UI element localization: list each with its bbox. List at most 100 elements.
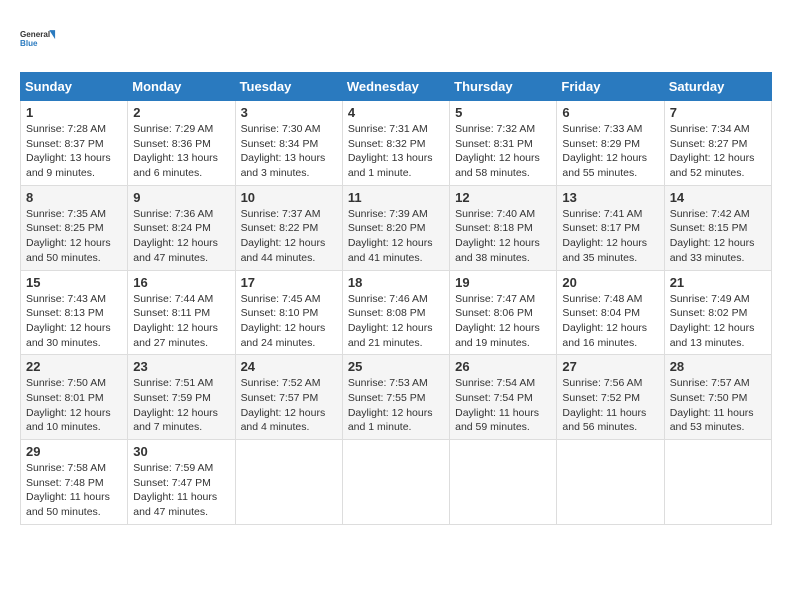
- calendar-cell: 20 Sunrise: 7:48 AM Sunset: 8:04 PM Dayli…: [557, 270, 664, 355]
- day-number: 14: [670, 190, 766, 205]
- col-header-sunday: Sunday: [21, 73, 128, 101]
- svg-text:Blue: Blue: [20, 39, 38, 48]
- col-header-wednesday: Wednesday: [342, 73, 449, 101]
- day-info: Sunrise: 7:33 AM Sunset: 8:29 PM Dayligh…: [562, 122, 658, 181]
- day-number: 7: [670, 105, 766, 120]
- day-info: Sunrise: 7:39 AM Sunset: 8:20 PM Dayligh…: [348, 207, 444, 266]
- day-info: Sunrise: 7:35 AM Sunset: 8:25 PM Dayligh…: [26, 207, 122, 266]
- day-number: 13: [562, 190, 658, 205]
- calendar-cell: 1 Sunrise: 7:28 AM Sunset: 8:37 PM Daylig…: [21, 101, 128, 186]
- calendar-cell: 30 Sunrise: 7:59 AM Sunset: 7:47 PM Dayli…: [128, 440, 235, 525]
- day-info: Sunrise: 7:53 AM Sunset: 7:55 PM Dayligh…: [348, 376, 444, 435]
- day-number: 6: [562, 105, 658, 120]
- calendar-cell: 18Sunrise: 7:46 AM Sunset: 8:08 PM Dayli…: [342, 270, 449, 355]
- day-number: 25: [348, 359, 444, 374]
- calendar-cell: [450, 440, 557, 525]
- day-info: Sunrise: 7:43 AM Sunset: 8:13 PM Dayligh…: [26, 292, 122, 351]
- day-number: 28: [670, 359, 766, 374]
- day-info: Sunrise: 7:42 AM Sunset: 8:15 PM Dayligh…: [670, 207, 766, 266]
- day-info: Sunrise: 7:54 AM Sunset: 7:54 PM Dayligh…: [455, 376, 551, 435]
- day-info: Sunrise: 7:57 AM Sunset: 7:50 PM Dayligh…: [670, 376, 766, 435]
- week-row-0: 1 Sunrise: 7:28 AM Sunset: 8:37 PM Daylig…: [21, 101, 772, 186]
- calendar-cell: 8 Sunrise: 7:35 AM Sunset: 8:25 PM Daylig…: [21, 185, 128, 270]
- day-number: 5: [455, 105, 551, 120]
- day-number: 2: [133, 105, 229, 120]
- day-info: Sunrise: 7:30 AM Sunset: 8:34 PM Dayligh…: [241, 122, 337, 181]
- col-header-monday: Monday: [128, 73, 235, 101]
- day-info: Sunrise: 7:49 AM Sunset: 8:02 PM Dayligh…: [670, 292, 766, 351]
- day-info: Sunrise: 7:46 AM Sunset: 8:08 PM Dayligh…: [348, 292, 444, 351]
- day-info: Sunrise: 7:41 AM Sunset: 8:17 PM Dayligh…: [562, 207, 658, 266]
- logo: GeneralBlue: [20, 20, 56, 56]
- day-number: 4: [348, 105, 444, 120]
- day-number: 12: [455, 190, 551, 205]
- col-header-saturday: Saturday: [664, 73, 771, 101]
- col-header-tuesday: Tuesday: [235, 73, 342, 101]
- day-info: Sunrise: 7:36 AM Sunset: 8:24 PM Dayligh…: [133, 207, 229, 266]
- calendar-cell: 3Sunrise: 7:30 AM Sunset: 8:34 PM Daylig…: [235, 101, 342, 186]
- day-info: Sunrise: 7:44 AM Sunset: 8:11 PM Dayligh…: [133, 292, 229, 351]
- calendar-cell: 26 Sunrise: 7:54 AM Sunset: 7:54 PM Dayli…: [450, 355, 557, 440]
- day-info: Sunrise: 7:37 AM Sunset: 8:22 PM Dayligh…: [241, 207, 337, 266]
- calendar-table: SundayMondayTuesdayWednesdayThursdayFrid…: [20, 72, 772, 525]
- svg-text:General: General: [20, 30, 50, 39]
- week-row-1: 8 Sunrise: 7:35 AM Sunset: 8:25 PM Daylig…: [21, 185, 772, 270]
- day-number: 19: [455, 275, 551, 290]
- page-header: GeneralBlue: [20, 20, 772, 56]
- calendar-cell: 2 Sunrise: 7:29 AM Sunset: 8:36 PM Daylig…: [128, 101, 235, 186]
- calendar-cell: 10Sunrise: 7:37 AM Sunset: 8:22 PM Dayli…: [235, 185, 342, 270]
- col-header-thursday: Thursday: [450, 73, 557, 101]
- calendar-cell: 29 Sunrise: 7:58 AM Sunset: 7:48 PM Dayli…: [21, 440, 128, 525]
- calendar-cell: 25 Sunrise: 7:53 AM Sunset: 7:55 PM Dayli…: [342, 355, 449, 440]
- day-info: Sunrise: 7:48 AM Sunset: 8:04 PM Dayligh…: [562, 292, 658, 351]
- col-header-friday: Friday: [557, 73, 664, 101]
- calendar-cell: 15Sunrise: 7:43 AM Sunset: 8:13 PM Dayli…: [21, 270, 128, 355]
- calendar-cell: 19 Sunrise: 7:47 AM Sunset: 8:06 PM Dayli…: [450, 270, 557, 355]
- day-info: Sunrise: 7:45 AM Sunset: 8:10 PM Dayligh…: [241, 292, 337, 351]
- day-info: Sunrise: 7:58 AM Sunset: 7:48 PM Dayligh…: [26, 461, 122, 520]
- day-info: Sunrise: 7:32 AM Sunset: 8:31 PM Dayligh…: [455, 122, 551, 181]
- calendar-cell: 6 Sunrise: 7:33 AM Sunset: 8:29 PM Daylig…: [557, 101, 664, 186]
- calendar-cell: 21Sunrise: 7:49 AM Sunset: 8:02 PM Dayli…: [664, 270, 771, 355]
- week-row-4: 29 Sunrise: 7:58 AM Sunset: 7:48 PM Dayli…: [21, 440, 772, 525]
- week-row-2: 15Sunrise: 7:43 AM Sunset: 8:13 PM Dayli…: [21, 270, 772, 355]
- day-number: 20: [562, 275, 658, 290]
- day-info: Sunrise: 7:47 AM Sunset: 8:06 PM Dayligh…: [455, 292, 551, 351]
- calendar-cell: 4Sunrise: 7:31 AM Sunset: 8:32 PM Daylig…: [342, 101, 449, 186]
- day-info: Sunrise: 7:34 AM Sunset: 8:27 PM Dayligh…: [670, 122, 766, 181]
- header-row: SundayMondayTuesdayWednesdayThursdayFrid…: [21, 73, 772, 101]
- day-number: 9: [133, 190, 229, 205]
- calendar-cell: 9 Sunrise: 7:36 AM Sunset: 8:24 PM Daylig…: [128, 185, 235, 270]
- day-number: 8: [26, 190, 122, 205]
- day-info: Sunrise: 7:29 AM Sunset: 8:36 PM Dayligh…: [133, 122, 229, 181]
- day-number: 29: [26, 444, 122, 459]
- calendar-cell: 24 Sunrise: 7:52 AM Sunset: 7:57 PM Dayli…: [235, 355, 342, 440]
- day-info: Sunrise: 7:50 AM Sunset: 8:01 PM Dayligh…: [26, 376, 122, 435]
- day-number: 27: [562, 359, 658, 374]
- calendar-cell: [557, 440, 664, 525]
- calendar-cell: [342, 440, 449, 525]
- day-number: 26: [455, 359, 551, 374]
- calendar-cell: 16Sunrise: 7:44 AM Sunset: 8:11 PM Dayli…: [128, 270, 235, 355]
- day-number: 11: [348, 190, 444, 205]
- week-row-3: 22 Sunrise: 7:50 AM Sunset: 8:01 PM Dayli…: [21, 355, 772, 440]
- calendar-cell: [664, 440, 771, 525]
- day-number: 23: [133, 359, 229, 374]
- day-number: 22: [26, 359, 122, 374]
- calendar-cell: 7 Sunrise: 7:34 AM Sunset: 8:27 PM Daylig…: [664, 101, 771, 186]
- day-number: 1: [26, 105, 122, 120]
- day-info: Sunrise: 7:52 AM Sunset: 7:57 PM Dayligh…: [241, 376, 337, 435]
- calendar-cell: [235, 440, 342, 525]
- day-number: 17: [241, 275, 337, 290]
- day-number: 30: [133, 444, 229, 459]
- day-info: Sunrise: 7:56 AM Sunset: 7:52 PM Dayligh…: [562, 376, 658, 435]
- calendar-cell: 22 Sunrise: 7:50 AM Sunset: 8:01 PM Dayli…: [21, 355, 128, 440]
- logo-icon: GeneralBlue: [20, 20, 56, 56]
- calendar-cell: 5 Sunrise: 7:32 AM Sunset: 8:31 PM Daylig…: [450, 101, 557, 186]
- day-info: Sunrise: 7:28 AM Sunset: 8:37 PM Dayligh…: [26, 122, 122, 181]
- calendar-cell: 13 Sunrise: 7:41 AM Sunset: 8:17 PM Dayli…: [557, 185, 664, 270]
- day-info: Sunrise: 7:59 AM Sunset: 7:47 PM Dayligh…: [133, 461, 229, 520]
- day-number: 24: [241, 359, 337, 374]
- day-info: Sunrise: 7:51 AM Sunset: 7:59 PM Dayligh…: [133, 376, 229, 435]
- calendar-cell: 12Sunrise: 7:40 AM Sunset: 8:18 PM Dayli…: [450, 185, 557, 270]
